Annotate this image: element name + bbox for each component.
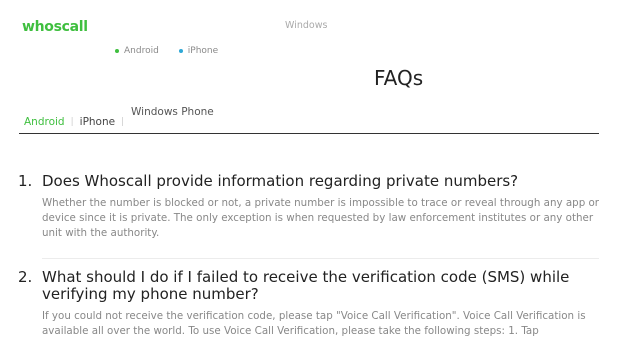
platform-sub-nav: Android iPhone (115, 46, 218, 56)
tab-separator: | (70, 117, 74, 127)
tabs-divider (19, 133, 599, 134)
faq-question-text: What should I do if I failed to receive … (42, 268, 570, 303)
sub-nav-android[interactable]: Android (115, 46, 159, 56)
tab-iphone[interactable]: iPhone (80, 116, 115, 128)
faq-answer: If you could not receive the verificatio… (42, 310, 586, 337)
faq-item: 1. Does Whoscall provide information reg… (18, 173, 603, 241)
windows-link[interactable]: Windows (285, 20, 327, 31)
faq-question[interactable]: 2. What should I do if I failed to recei… (18, 269, 603, 303)
faq-number: 2. (18, 268, 33, 286)
whoscall-logo[interactable]: whoscall (22, 19, 88, 35)
sub-nav-android-label: Android (124, 46, 159, 56)
tab-windows-phone[interactable]: Windows Phone (131, 106, 214, 118)
faq-divider (42, 258, 599, 259)
faq-question-text: Does Whoscall provide information regard… (42, 172, 519, 190)
faq-answer: Whether the number is blocked or not, a … (42, 197, 600, 239)
tab-android[interactable]: Android (24, 116, 65, 128)
sub-nav-iphone-label: iPhone (187, 46, 219, 56)
android-dot-icon (115, 49, 119, 53)
platform-tabs: Android | iPhone | (24, 116, 124, 128)
faq-item: 2. What should I do if I failed to recei… (18, 269, 603, 339)
iphone-dot-icon (178, 49, 183, 53)
page-title: FAQs (374, 66, 424, 90)
faq-number: 1. (18, 172, 33, 190)
faq-question[interactable]: 1. Does Whoscall provide information reg… (18, 173, 603, 190)
sub-nav-iphone[interactable]: iPhone (178, 46, 219, 56)
tab-separator: | (121, 117, 125, 127)
